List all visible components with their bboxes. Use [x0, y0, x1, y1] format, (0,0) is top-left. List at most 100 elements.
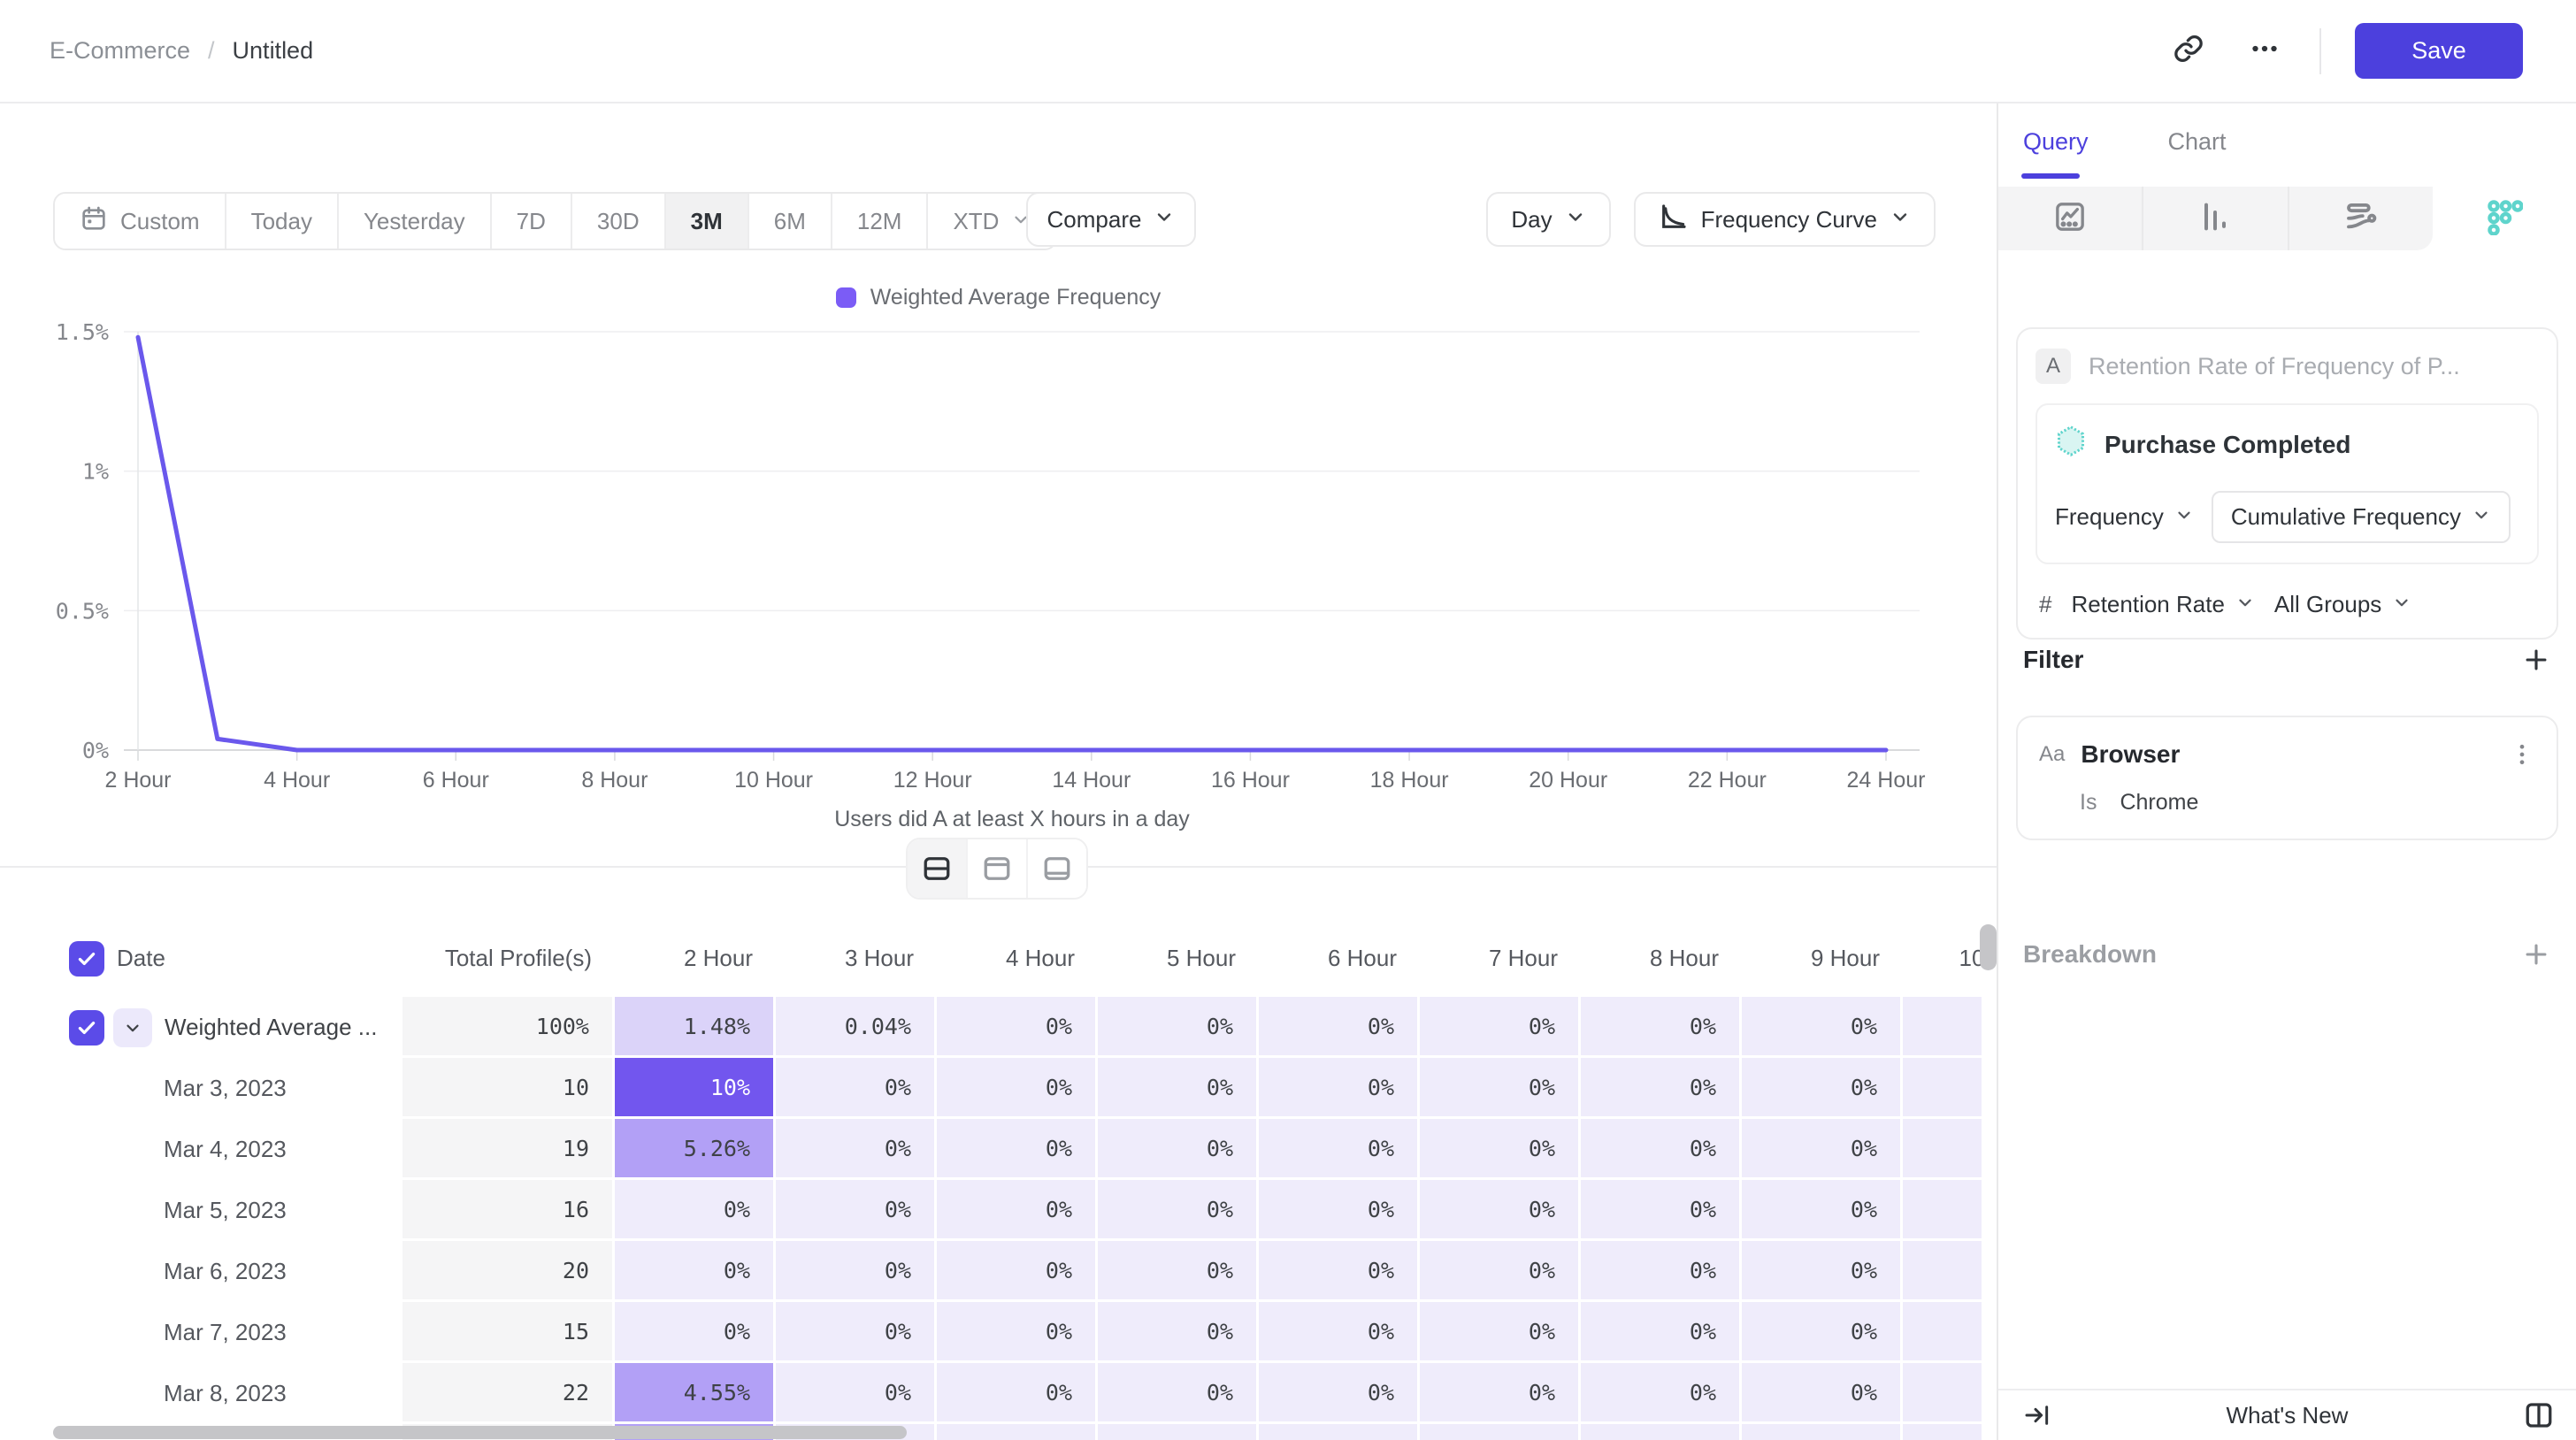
vertical-scrollbar[interactable]	[1980, 924, 1997, 970]
save-button[interactable]: Save	[2355, 23, 2523, 79]
select-all-checkbox[interactable]	[69, 941, 104, 977]
series-badge: A	[2036, 349, 2071, 384]
value-cell: 0%	[1259, 1363, 1420, 1424]
breadcrumb: E-Commerce / Untitled	[50, 0, 313, 102]
row-label: Mar 8, 2023	[164, 1380, 287, 1407]
column-header-3-hour[interactable]: 3 Hour	[776, 945, 937, 972]
date-cell: Weighted Average ...	[53, 997, 402, 1058]
add-filter-button[interactable]	[2521, 645, 2551, 675]
filter-card[interactable]: Aa Browser Is Chrome	[2016, 716, 2558, 840]
date-column-header[interactable]: Date	[117, 945, 165, 972]
date-cell: Mar 6, 2023	[53, 1241, 402, 1302]
value-cell: 0%	[937, 1180, 1098, 1241]
report-title[interactable]: Untitled	[233, 37, 314, 65]
value-cell: 0%	[1742, 997, 1903, 1058]
split-panel-icon[interactable]	[2523, 1399, 2555, 1431]
value-cell	[1903, 1302, 1982, 1363]
range-today-button[interactable]: Today	[226, 194, 339, 249]
query-title-input[interactable]: Retention Rate of Frequency of P...	[2089, 353, 2460, 380]
tab-query[interactable]: Query	[2023, 128, 2089, 179]
chart-type-bar-tab[interactable]	[2143, 187, 2288, 250]
metric-dropdown[interactable]: Retention Rate	[2071, 591, 2254, 618]
top-actions: Save	[2167, 0, 2523, 102]
cumulative-frequency-dropdown[interactable]: Cumulative Frequency	[2212, 491, 2511, 543]
value-cell: 0%	[1420, 997, 1581, 1058]
frequency-dropdown[interactable]: Frequency	[2055, 503, 2194, 531]
value-cell: 0%	[1098, 1058, 1259, 1119]
column-header-2-hour[interactable]: 2 Hour	[615, 945, 776, 972]
divider	[2319, 28, 2321, 74]
horizontal-scrollbar[interactable]	[53, 1426, 907, 1439]
range-6m-button[interactable]: 6M	[749, 194, 832, 249]
chart-type-line-tab[interactable]	[1998, 187, 2143, 250]
filter-property[interactable]: Browser	[2081, 740, 2493, 769]
filter-heading: Filter	[2023, 646, 2083, 674]
groups-dropdown[interactable]: All Groups	[2274, 591, 2411, 618]
chart-type-frequency-tab[interactable]	[2433, 187, 2576, 250]
whats-new-link[interactable]: What's New	[2051, 1402, 2523, 1429]
event-hexagon-icon	[2055, 425, 2087, 464]
layout-split-button[interactable]	[908, 839, 968, 898]
value-cell: 0%	[1420, 1180, 1581, 1241]
column-header-4-hour[interactable]: 4 Hour	[937, 945, 1098, 972]
y-tick-label: 0%	[82, 738, 109, 763]
layout-chart-only-button[interactable]	[968, 839, 1028, 898]
row-checkbox[interactable]	[69, 1010, 104, 1046]
tab-chart[interactable]: Chart	[2168, 128, 2227, 179]
column-header-total-profile-s-[interactable]: Total Profile(s)	[402, 945, 615, 972]
filter-value[interactable]: Chrome	[2120, 790, 2198, 816]
copy-link-button[interactable]	[2167, 30, 2210, 73]
total-cell: 20	[402, 1241, 615, 1302]
total-cell: 19	[402, 1119, 615, 1180]
more-menu-button[interactable]	[2243, 30, 2286, 73]
event-card[interactable]: Purchase Completed Frequency Cumulative …	[2036, 403, 2539, 564]
x-tick-label: 12 Hour	[893, 768, 972, 793]
range-yesterday-button[interactable]: Yesterday	[339, 194, 492, 249]
x-tick-label: 24 Hour	[1847, 768, 1926, 793]
flows-icon	[2342, 198, 2380, 240]
breadcrumb-project[interactable]: E-Commerce	[50, 37, 190, 65]
value-cell: 0%	[1259, 1058, 1420, 1119]
row-label: Mar 6, 2023	[164, 1258, 287, 1285]
number-icon: #	[2039, 591, 2051, 618]
layout-table-only-button[interactable]	[1028, 839, 1086, 898]
x-tick-label: 22 Hour	[1688, 768, 1767, 793]
text-property-icon: Aa	[2039, 742, 2065, 767]
query-card: A Retention Rate of Frequency of P... Pu…	[2016, 327, 2558, 640]
column-header-8-hour[interactable]: 8 Hour	[1581, 945, 1742, 972]
filter-operator[interactable]: Is	[2080, 790, 2097, 816]
value-cell: 0%	[1098, 1180, 1259, 1241]
table-row: Weighted Average ...100%1.48%0.04%0%0%0%…	[53, 997, 1982, 1058]
total-cell: 100%	[402, 997, 615, 1058]
compare-button[interactable]: Compare	[1026, 192, 1196, 247]
total-cell: 15	[402, 1302, 615, 1363]
granularity-button[interactable]: Day	[1486, 192, 1610, 247]
column-header-6-hour[interactable]: 6 Hour	[1259, 945, 1420, 972]
chart-view-button[interactable]: Frequency Curve	[1634, 192, 1936, 247]
kebab-menu-icon[interactable]	[2509, 741, 2535, 768]
chart-type-flows-tab[interactable]	[2289, 187, 2433, 250]
column-header-7-hour[interactable]: 7 Hour	[1420, 945, 1581, 972]
range-custom-button[interactable]: Custom	[55, 194, 226, 249]
event-name[interactable]: Purchase Completed	[2104, 431, 2351, 459]
add-breakdown-button[interactable]	[2521, 939, 2551, 969]
column-header-5-hour[interactable]: 5 Hour	[1098, 945, 1259, 972]
date-header-cell: Date	[53, 941, 402, 977]
breakdown-section-header: Breakdown	[2023, 939, 2551, 969]
range-12m-button[interactable]: 12M	[832, 194, 929, 249]
value-cell: 0%	[1420, 1363, 1581, 1424]
compare-label: Compare	[1047, 206, 1142, 234]
collapse-panel-button[interactable]	[2023, 1401, 2051, 1429]
x-tick-label: 20 Hour	[1529, 768, 1607, 793]
range-3m-button[interactable]: 3M	[666, 194, 749, 249]
x-tick-label: 16 Hour	[1211, 768, 1290, 793]
column-header-9-hour[interactable]: 9 Hour	[1742, 945, 1903, 972]
range-7d-button[interactable]: 7D	[492, 194, 572, 249]
range-30d-button[interactable]: 30D	[572, 194, 666, 249]
chevron-down-icon	[1890, 206, 1911, 234]
chart-view-label: Frequency Curve	[1701, 206, 1877, 234]
expand-row-button[interactable]	[113, 1008, 152, 1047]
y-tick-label: 1.5%	[56, 319, 109, 345]
frequency-dots-icon	[2486, 198, 2523, 240]
column-header-10-hour[interactable]: 10 Hour	[1903, 945, 1982, 972]
